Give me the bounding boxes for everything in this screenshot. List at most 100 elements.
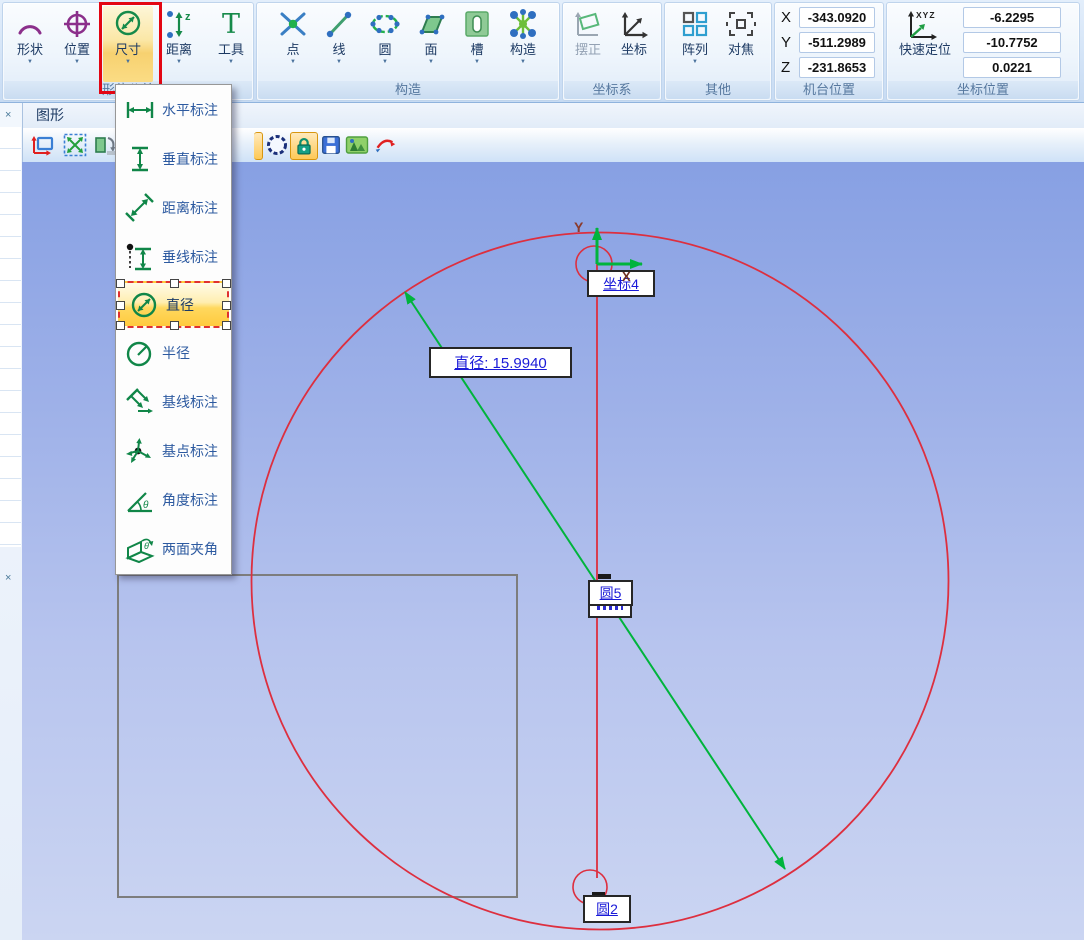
scene-image-icon — [344, 132, 370, 158]
save-button[interactable] — [318, 132, 344, 158]
line-button[interactable]: 线 ▼ — [317, 6, 361, 82]
group-label: 其他 — [666, 81, 770, 99]
dimension-button[interactable]: 尺寸 ▼ — [103, 6, 153, 82]
quick-position-axes-icon: XYZ — [901, 6, 949, 42]
menu-item-basepoint-dim[interactable]: 基点标注 — [116, 426, 231, 475]
quick-position-button[interactable]: XYZ 快速定位 — [889, 6, 961, 82]
ribbon-group-other: 阵列 ▼ 对焦 其他 — [664, 2, 772, 101]
angle-dim-icon: θ — [123, 483, 157, 517]
line-icon — [324, 6, 354, 42]
scene-image-button[interactable] — [344, 132, 370, 158]
plane-button[interactable]: 面 ▼ — [409, 6, 453, 82]
dihedral-angle-icon: θ — [123, 532, 157, 566]
construct-button[interactable]: 构造 ▼ — [501, 6, 545, 82]
rotate-arrow-icon — [372, 132, 398, 158]
group-label: 坐标系 — [564, 81, 660, 99]
quick-z-value: 0.0221 — [963, 57, 1061, 78]
chevron-down-icon: ▼ — [336, 58, 342, 67]
svg-text:XYZ: XYZ — [916, 10, 936, 20]
ribbon-group-machine-position: X -343.0920 Y -511.2989 Z -231.8653 机台位置 — [774, 2, 884, 101]
distance-button[interactable]: z 距离 ▼ — [157, 6, 201, 82]
selection-circle-icon — [264, 132, 290, 158]
plane-icon — [416, 6, 446, 42]
diameter-icon — [127, 288, 161, 322]
coordinate4-label[interactable]: 坐标4 — [587, 270, 655, 297]
vertical-dim-icon — [123, 142, 157, 176]
menu-item-distance-dim[interactable]: 距离标注 — [116, 183, 231, 232]
menu-item-diameter[interactable]: 直径 — [118, 281, 229, 328]
coordinate-axes-icon — [618, 6, 650, 42]
svg-text:θ: θ — [143, 500, 149, 511]
diameter-dimension-line[interactable] — [595, 581, 785, 870]
chevron-down-icon: ▼ — [692, 58, 698, 67]
focus-button[interactable]: 对焦 — [719, 6, 763, 82]
panel-close-icon[interactable]: × — [5, 110, 11, 121]
dimension-dropdown-menu: 水平标注 垂直标注 距离标注 垂线标注 — [115, 84, 232, 575]
menu-item-radius[interactable]: 半径 — [116, 328, 231, 377]
selection-rectangle[interactable] — [118, 575, 517, 897]
point-icon — [278, 6, 308, 42]
circle-icon — [369, 6, 401, 42]
quick-y-value: -10.7752 — [963, 32, 1061, 53]
circle5-label[interactable]: 圆5 — [588, 580, 633, 606]
menu-item-vertical-dim[interactable]: 垂直标注 — [116, 134, 231, 183]
chevron-down-icon: ▼ — [474, 58, 480, 67]
partially-hidden-toolbar-button[interactable] — [254, 132, 263, 160]
distance-z-icon: z — [164, 6, 194, 42]
menu-item-angle-dim[interactable]: θ 角度标注 — [116, 475, 231, 524]
menu-item-dihedral-angle[interactable]: θ 两面夹角 — [116, 524, 231, 573]
chevron-down-icon: ▼ — [520, 58, 526, 67]
baseline-dim-icon — [123, 385, 157, 419]
shape-button[interactable]: 形状 ▼ — [8, 6, 52, 82]
axis-z-label: Z — [781, 59, 799, 76]
tools-button[interactable]: T 工具 ▼ — [209, 6, 253, 82]
lock-button[interactable] — [290, 132, 318, 160]
selection-handle — [116, 321, 125, 330]
align-button[interactable]: 摆正 — [567, 6, 609, 82]
slot-icon — [462, 6, 492, 42]
tab-graphics[interactable]: 图形 — [30, 103, 70, 128]
chevron-down-icon: ▼ — [125, 58, 131, 67]
svg-text:z: z — [185, 11, 191, 23]
fit-view-icon — [62, 132, 88, 158]
panel-close-icon[interactable]: × — [5, 573, 11, 584]
machine-y-row: Y -511.2989 — [781, 32, 875, 53]
save-floppy-icon — [319, 133, 343, 157]
align-icon — [572, 6, 604, 42]
point-button[interactable]: 点 ▼ — [271, 6, 315, 82]
array-button[interactable]: 阵列 ▼ — [673, 6, 717, 82]
circle-button[interactable]: 圆 ▼ — [363, 6, 407, 82]
coordinate-button[interactable]: 坐标 — [613, 6, 655, 82]
diameter-dimension-line[interactable] — [405, 292, 595, 581]
position-button[interactable]: 位置 ▼ — [55, 6, 99, 82]
basepoint-dim-icon — [123, 434, 157, 468]
menu-item-perpendicular-dim[interactable]: 垂线标注 — [116, 232, 231, 281]
fit-view-button[interactable] — [62, 132, 88, 158]
tools-t-icon: T — [216, 6, 246, 42]
diameter-value-label[interactable]: 直径: 15.9940 — [429, 347, 572, 378]
selection-circle-button[interactable] — [264, 132, 290, 158]
axis-x-letter: X — [622, 269, 631, 284]
group-label: 坐标位置 — [888, 81, 1078, 99]
axis-y-letter: Y — [574, 219, 583, 235]
chevron-down-icon: ▼ — [27, 58, 33, 67]
circle2-label[interactable]: 圆2 — [583, 895, 631, 923]
menu-item-horizontal-dim[interactable]: 水平标注 — [116, 85, 231, 134]
diameter-icon — [112, 6, 144, 42]
machine-z-value: -231.8653 — [799, 57, 875, 78]
shape-arc-icon — [15, 6, 45, 42]
chevron-down-icon: ▼ — [290, 58, 296, 67]
chevron-down-icon: ▼ — [228, 58, 234, 67]
rotate-view-button[interactable] — [372, 132, 398, 158]
slot-button[interactable]: 槽 ▼ — [455, 6, 499, 82]
chevron-down-icon: ▼ — [428, 58, 434, 67]
menu-item-baseline-dim[interactable]: 基线标注 — [116, 377, 231, 426]
cmm-application-window: 形状 ▼ 位置 ▼ 尺寸 ▼ z — [0, 0, 1084, 940]
selection-handle — [222, 301, 231, 310]
machine-z-row: Z -231.8653 — [781, 57, 875, 78]
axis-x-label: X — [781, 9, 799, 26]
reset-view-button[interactable] — [30, 132, 56, 158]
axis-y-label: Y — [781, 34, 799, 51]
radius-icon — [123, 336, 157, 370]
chevron-down-icon: ▼ — [176, 58, 182, 67]
